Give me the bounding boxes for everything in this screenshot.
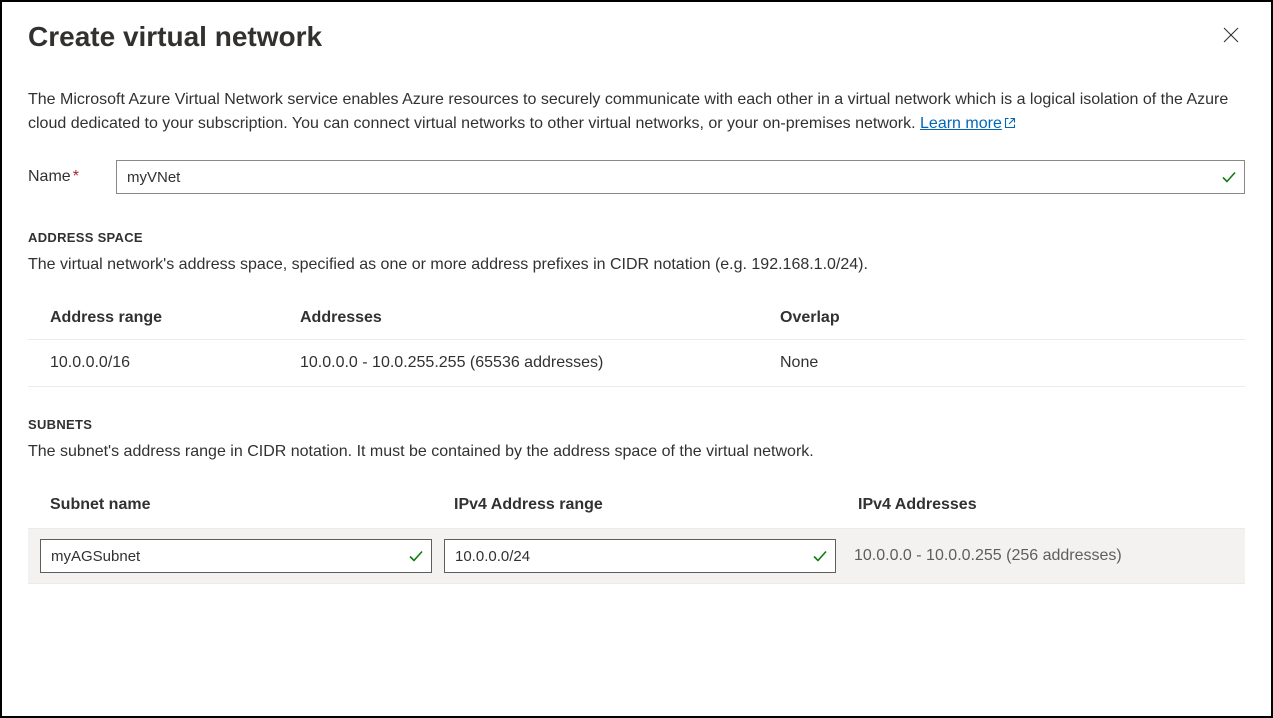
col-subnet-name: Subnet name	[50, 496, 454, 514]
address-space-heading: ADDRESS SPACE	[28, 230, 1245, 245]
subnet-addresses-text: 10.0.0.0 - 10.0.0.255 (256 addresses)	[848, 547, 1233, 565]
col-address-range: Address range	[28, 299, 278, 340]
intro-text: The Microsoft Azure Virtual Network serv…	[28, 88, 1245, 139]
close-button[interactable]	[1217, 22, 1245, 50]
subnet-name-input-wrap	[40, 539, 432, 573]
intro-body: The Microsoft Azure Virtual Network serv…	[28, 91, 1228, 133]
cell-addresses: 10.0.0.0 - 10.0.255.255 (65536 addresses…	[278, 340, 758, 387]
panel-header: Create virtual network	[28, 20, 1245, 88]
col-addresses: Addresses	[278, 299, 758, 340]
name-input[interactable]	[116, 160, 1245, 194]
external-link-icon	[1004, 113, 1016, 138]
page-title: Create virtual network	[28, 20, 322, 54]
subnets-table: Subnet name IPv4 Address range IPv4 Addr…	[28, 486, 1245, 584]
table-row: 10.0.0.0/16 10.0.0.0 - 10.0.255.255 (655…	[28, 340, 1245, 387]
table-header-row: Subnet name IPv4 Address range IPv4 Addr…	[28, 486, 1245, 528]
subnet-name-input[interactable]	[40, 539, 432, 573]
subnets-description: The subnet's address range in CIDR notat…	[28, 440, 1245, 464]
cell-overlap: None	[758, 340, 1245, 387]
table-row: 10.0.0.0 - 10.0.0.255 (256 addresses)	[28, 528, 1245, 584]
subnet-range-input[interactable]	[444, 539, 836, 573]
col-ipv4-range: IPv4 Address range	[454, 496, 858, 514]
name-label: Name*	[28, 168, 116, 186]
address-space-section: ADDRESS SPACE The virtual network's addr…	[28, 230, 1245, 387]
cell-address-range: 10.0.0.0/16	[28, 340, 278, 387]
required-asterisk: *	[73, 168, 79, 185]
address-space-table: Address range Addresses Overlap 10.0.0.0…	[28, 299, 1245, 387]
address-space-description: The virtual network's address space, spe…	[28, 253, 1245, 277]
check-icon	[812, 548, 828, 564]
check-icon	[1221, 169, 1237, 185]
name-field-row: Name*	[28, 160, 1245, 194]
check-icon	[408, 548, 424, 564]
col-overlap: Overlap	[758, 299, 1245, 340]
table-header-row: Address range Addresses Overlap	[28, 299, 1245, 340]
name-input-wrap	[116, 160, 1245, 194]
learn-more-link[interactable]: Learn more	[920, 115, 1016, 132]
subnets-section: SUBNETS The subnet's address range in CI…	[28, 417, 1245, 584]
col-ipv4-addresses: IPv4 Addresses	[858, 496, 1231, 514]
subnets-heading: SUBNETS	[28, 417, 1245, 432]
close-icon	[1223, 27, 1239, 46]
subnet-range-input-wrap	[444, 539, 836, 573]
create-vnet-panel: Create virtual network The Microsoft Azu…	[0, 0, 1273, 718]
